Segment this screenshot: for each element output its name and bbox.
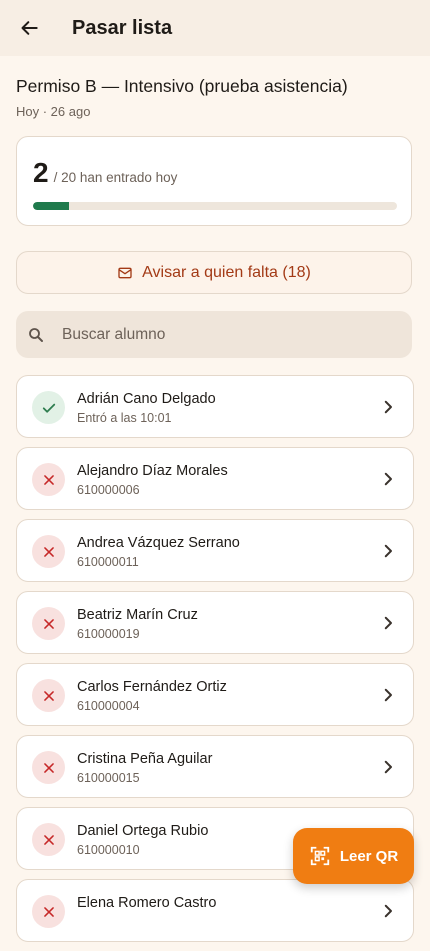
student-row[interactable]: Cristina Peña Aguilar 610000015: [16, 735, 414, 798]
attendance-progress-bar: [33, 202, 397, 210]
attendance-progress-fill: [33, 202, 70, 210]
close-icon: [32, 679, 65, 712]
student-detail: Entró a las 10:01: [77, 411, 172, 425]
student-detail: 610000004: [77, 699, 140, 713]
student-name: Elena Romero Castro: [77, 895, 217, 911]
scan-qr-label: Leer QR: [339, 847, 399, 865]
chevron-right-icon: [379, 686, 397, 704]
student-row[interactable]: Beatriz Marín Cruz 610000019: [16, 591, 414, 654]
course-date: Hoy · 26 ago: [16, 104, 91, 119]
student-detail: 610000015: [77, 771, 140, 785]
search-input[interactable]: [60, 324, 364, 345]
arrow-left-icon: [21, 21, 38, 35]
search-bar: [16, 311, 412, 358]
chevron-right-icon: [379, 398, 397, 416]
page-title: Pasar lista: [72, 17, 173, 39]
student-detail: 610000006: [77, 483, 140, 497]
student-row[interactable]: Adrián Cano Delgado Entró a las 10:01: [16, 375, 414, 438]
close-icon: [32, 751, 65, 784]
course-title: Permiso B — Intensivo (prueba asistencia…: [16, 76, 348, 96]
student-name: Carlos Fernández Ortiz: [77, 679, 227, 695]
chevron-right-icon: [379, 758, 397, 776]
chevron-right-icon: [379, 542, 397, 560]
close-icon: [32, 535, 65, 568]
chevron-right-icon: [379, 614, 397, 632]
student-detail: 610000019: [77, 627, 140, 641]
student-detail: 610000010: [77, 843, 140, 857]
student-name: Alejandro Díaz Morales: [77, 463, 228, 479]
student-row[interactable]: Alejandro Díaz Morales 610000006: [16, 447, 414, 510]
chevron-right-icon: [379, 470, 397, 488]
back-button[interactable]: [12, 10, 48, 46]
present-count: 2: [33, 157, 49, 188]
student-name: Daniel Ortega Rubio: [77, 823, 209, 839]
notify-absent-button[interactable]: Avisar a quien falta (18): [16, 251, 412, 294]
student-row[interactable]: Andrea Vázquez Serrano 610000011: [16, 519, 414, 582]
student-name: Beatriz Marín Cruz: [77, 607, 198, 623]
close-icon: [32, 463, 65, 496]
notify-absent-label: Avisar a quien falta (18): [142, 263, 311, 281]
student-name: Cristina Peña Aguilar: [77, 751, 213, 767]
student-name: Adrián Cano Delgado: [77, 391, 216, 407]
scan-qr-button[interactable]: Leer QR: [293, 828, 414, 884]
student-row[interactable]: Elena Romero Castro: [16, 879, 414, 942]
mail-icon: [118, 267, 132, 278]
close-icon: [32, 607, 65, 640]
student-name: Andrea Vázquez Serrano: [77, 535, 240, 551]
student-detail: 610000011: [77, 555, 139, 569]
chevron-right-icon: [379, 902, 397, 920]
search-icon: [27, 326, 45, 344]
attendance-summary-card: 2 / 20 han entrado hoy: [16, 136, 412, 226]
present-total-label: / 20 han entrado hoy: [53, 170, 178, 185]
close-icon: [32, 823, 65, 856]
app-bar: Pasar lista: [0, 0, 430, 56]
student-row[interactable]: Carlos Fernández Ortiz 610000004: [16, 663, 414, 726]
check-icon: [32, 391, 65, 424]
qr-scan-icon: [310, 846, 329, 866]
